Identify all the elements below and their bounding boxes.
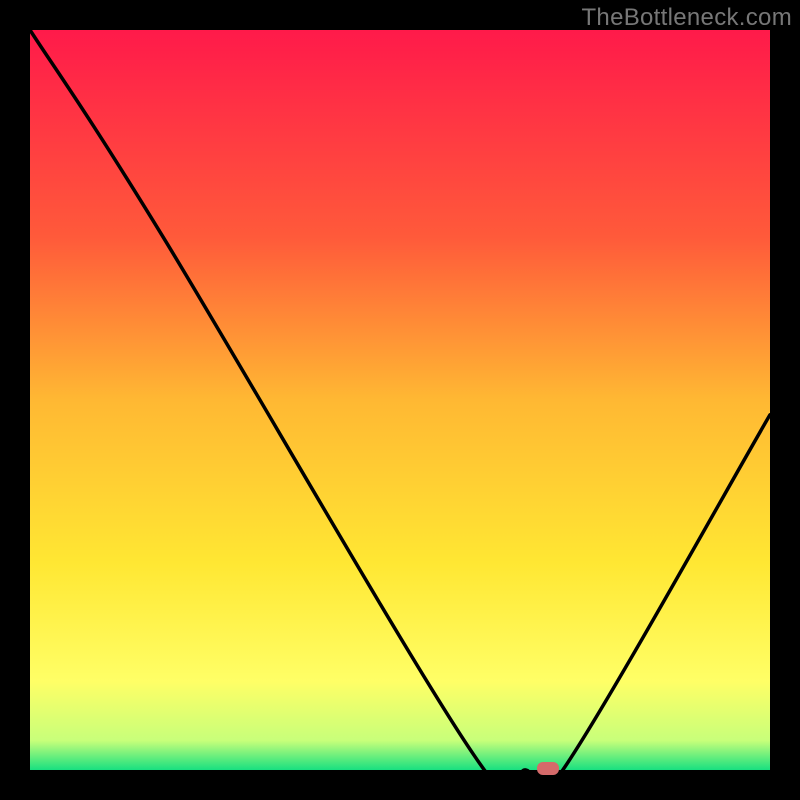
watermark-text: TheBottleneck.com [581,4,792,32]
plot-gradient-area [30,30,770,770]
chart-svg [0,0,800,800]
optimal-marker [537,762,559,775]
chart-container: { "watermark": "TheBottleneck.com", "cha… [0,0,800,800]
